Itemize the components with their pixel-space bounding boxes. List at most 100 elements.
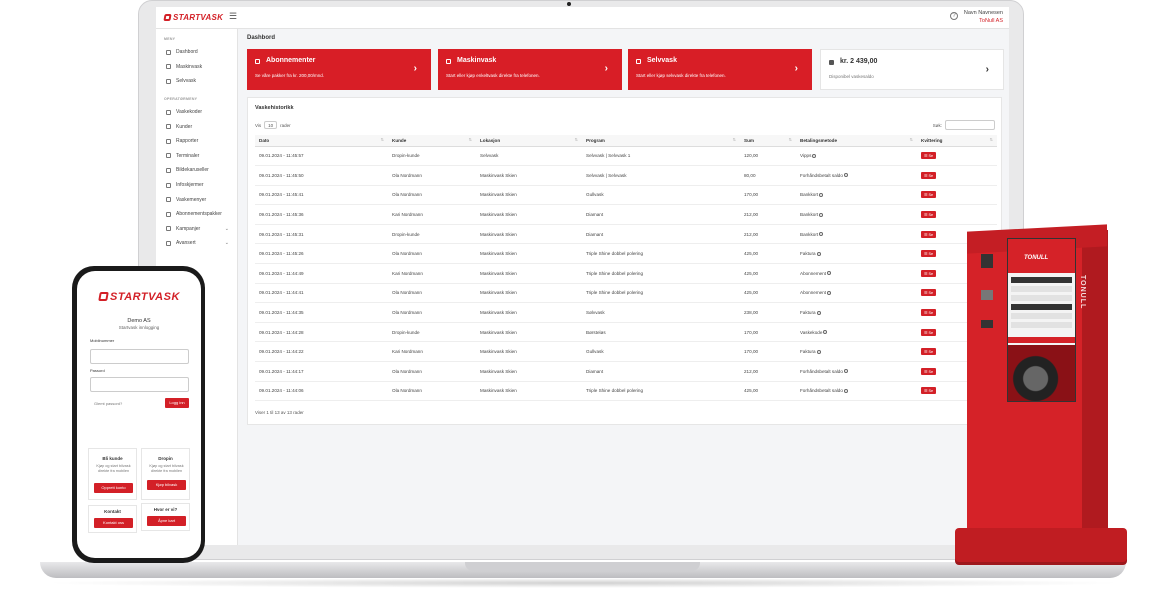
password-input[interactable] (90, 377, 189, 392)
login-button[interactable]: Logg inn (165, 398, 189, 408)
info-icon[interactable] (816, 251, 821, 256)
card-maskinvask[interactable]: Maskinvask Start eller kjøp enkeltvask di… (438, 49, 622, 90)
sidebar-item-kampanjer[interactable]: Kampanjer ⌄ (156, 222, 237, 237)
sidebar-item-vaskemenyer[interactable]: Vaskemenyer (156, 192, 237, 207)
table-cell-kvittering: ☰ Se (917, 165, 997, 186)
info-icon[interactable] (819, 212, 824, 217)
user-name[interactable]: Navn Navnesen (964, 10, 1003, 16)
info-icon[interactable] (819, 192, 824, 197)
sidebar-item-rapporter[interactable]: Rapporter (156, 134, 237, 149)
info-icon[interactable] (843, 369, 848, 374)
card-abonnementer[interactable]: Abonnementer Se våre pakker fra kr. 200,0… (247, 49, 431, 90)
table-cell-kunde: Ola Nordmann (388, 381, 476, 402)
table-cell-betalingsmetode: Faktura (796, 243, 917, 265)
table-cell-betalingsmetode: Vaskekode (796, 322, 917, 343)
info-icon[interactable] (843, 388, 848, 393)
info-icon[interactable] (843, 173, 848, 178)
monitor-icon (166, 182, 171, 188)
sidebar-item-infoskjermer[interactable]: Infoskjermer (156, 178, 237, 193)
app-logo[interactable]: STARTVASK (163, 13, 223, 22)
mobile-number-input[interactable] (90, 349, 189, 364)
balance-card[interactable]: kr. 2 439,00 Disponibel vaskesaldo › (820, 49, 1004, 90)
info-icon[interactable] (812, 153, 817, 158)
table-cell-betalingsmetode: Faktura (796, 341, 917, 363)
sidebar-item-bildekaruseller[interactable]: Bildekaruseller (156, 163, 237, 178)
receipt-button[interactable]: ☰ Se (921, 171, 937, 179)
info-icon[interactable] (816, 310, 821, 315)
sidebar-item-label: Abonnementspakker (176, 211, 222, 218)
cell-value: Vaskekode (800, 329, 823, 335)
table-cell-kunde: Kari Nordmann (388, 204, 476, 225)
forgot-password-link[interactable]: Glemt passord? (94, 401, 122, 406)
create-account-button[interactable]: Opprett konto (94, 483, 133, 493)
rows-label: rader (280, 122, 291, 128)
cell-value: 212,00 (744, 231, 759, 237)
receipt-button[interactable]: ☰ Se (921, 309, 937, 317)
table-cell-dato: 09.01.2024 - 11:44:17 (255, 361, 388, 382)
receipt-button[interactable]: ☰ Se (921, 191, 937, 199)
cell-value: Diamant (586, 231, 604, 237)
column-header-program[interactable]: Program ⇅ (582, 135, 740, 147)
info-icon[interactable] (823, 330, 828, 335)
table-cell-lokasjon: Maskinvask Skien (476, 165, 582, 186)
table-cell-kunde: Ola Nordmann (388, 165, 476, 186)
page-length-select[interactable]: 10 (264, 121, 278, 129)
open-map-button[interactable]: Åpne kart (147, 516, 186, 526)
table-cell-program: Børsteløs (582, 322, 740, 343)
sidebar-item-dashbord[interactable]: Dashbord (156, 45, 237, 60)
show-label: Vis (255, 122, 262, 128)
column-header-sum[interactable]: Sum ⇅ (740, 135, 796, 147)
sidebar-item-selvvask[interactable]: Selvvask (156, 74, 237, 89)
receipt-button[interactable]: ☰ Se (921, 348, 937, 356)
contact-box: Kontakt Kontakt oss (88, 505, 137, 533)
receipt-button[interactable]: ☰ Se (921, 250, 937, 258)
receipt-button[interactable]: ☰ Se (921, 328, 937, 336)
cell-value: Bankkort (800, 231, 819, 237)
info-icon[interactable] (819, 232, 824, 237)
sidebar-item-avansert[interactable]: Avansert ⌄ (156, 236, 237, 251)
info-icon[interactable] (816, 349, 821, 354)
table-cell-dato: 09.01.2024 - 11:44:28 (255, 322, 388, 343)
receipt-button[interactable]: ☰ Se (921, 289, 937, 297)
sidebar-item-vaskekoder[interactable]: Vaskekoder (156, 105, 237, 120)
receipt-button[interactable]: ☰ Se (921, 367, 937, 375)
column-header-lokasjon[interactable]: Lokasjon ⇅ (476, 135, 582, 147)
sidebar-item-label: Dashbord (176, 49, 198, 56)
hamburger-menu-icon[interactable]: ☰ (229, 11, 237, 22)
column-header-kunde[interactable]: Kunde ⇅ (388, 135, 476, 147)
table-cell-lokasjon: Maskinvask Skien (476, 302, 582, 323)
info-icon[interactable] (827, 271, 832, 276)
info-icon[interactable] (827, 290, 832, 295)
sidebar-item-maskinvask[interactable]: Maskinvask (156, 60, 237, 75)
cell-value: Ola Nordmann (392, 368, 422, 374)
cell-value: 09.01.2024 - 11:44:17 (259, 368, 304, 374)
column-header-betalingsmetode[interactable]: Betalingsmetode ⇅ (796, 135, 917, 147)
code-icon (166, 109, 171, 115)
sidebar-item-abonnementspakker[interactable]: Abonnementspakker (156, 207, 237, 222)
receipt-button[interactable]: ☰ Se (921, 152, 937, 160)
table-cell-program: Triple Shine dobbel polering (582, 263, 740, 284)
sidebar-item-terminaler[interactable]: Terminaler (156, 149, 237, 164)
receipt-button[interactable]: ☰ Se (921, 211, 937, 219)
table-info: Viser 1 til 13 av 13 rader (255, 410, 304, 415)
column-header-dato[interactable]: Dato ⇅ (255, 135, 388, 147)
receipt-button[interactable]: ☰ Se (921, 269, 937, 277)
column-header-kvittering[interactable]: Kvittering ⇅ (917, 135, 997, 147)
help-icon[interactable]: ? (950, 12, 958, 20)
kiosk-card-reader (981, 254, 993, 268)
card-selvvask[interactable]: Selvvask Start eller kjøp selvvask direkt… (628, 49, 812, 90)
table-cell-kunde: Ola Nordmann (388, 185, 476, 206)
search-input[interactable] (945, 120, 995, 130)
sidebar-item-kunder[interactable]: Kunder (156, 119, 237, 134)
user-organization[interactable]: ToNull AS (979, 18, 1003, 24)
cell-value: Faktura (800, 349, 816, 355)
receipt-button[interactable]: ☰ Se (921, 387, 937, 395)
column-header-label: Betalingsmetode (800, 137, 838, 143)
buy-wash-button[interactable]: Kjøp bilvask (147, 480, 186, 490)
receipt-button[interactable]: ☰ Se (921, 230, 937, 238)
table-cell-lokasjon: Maskinvask Skien (476, 263, 582, 284)
table-cell-program: Diamant (582, 224, 740, 245)
card-title: Selvvask (647, 57, 677, 64)
table-cell-kvittering: ☰ Se (917, 146, 997, 167)
contact-us-button[interactable]: Kontakt oss (94, 518, 133, 528)
